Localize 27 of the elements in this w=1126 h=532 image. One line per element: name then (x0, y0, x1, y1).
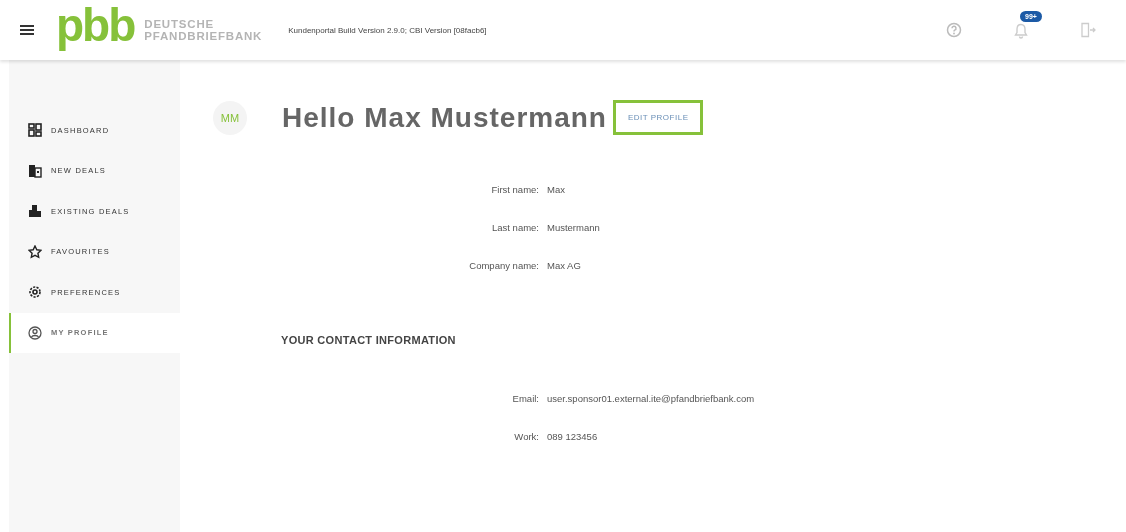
field-value: 089 123456 (547, 430, 598, 444)
buildings-icon (28, 204, 42, 219)
user-icon (28, 325, 42, 340)
field-label: Company name: (468, 259, 539, 273)
building-icon (28, 163, 42, 178)
bell-icon[interactable] (1014, 23, 1028, 39)
field-value: Max (547, 183, 565, 197)
help-icon[interactable] (946, 22, 962, 38)
edit-profile-button[interactable]: EDIT PROFILE (612, 100, 704, 135)
field-value: user.sponsor01.external.ite@pfandbriefbank.com (547, 392, 755, 406)
star-icon (28, 244, 42, 259)
logo-text: PFANDBRIEFBANK (144, 30, 263, 42)
field-value: Max AG (547, 259, 581, 273)
field-label: Email: (511, 392, 539, 406)
field-label: Last name: (491, 221, 539, 235)
avatar: MM (213, 100, 247, 135)
build-info: Kundenportal Build Version 2.9.0; CBI Version [08facb6] (288, 24, 488, 37)
section-heading: YOUR CONTACT INFORMATION (281, 334, 457, 346)
logo-text: DEUTSCHE (144, 18, 215, 30)
gear-icon (28, 285, 42, 300)
menu-icon[interactable] (20, 24, 34, 36)
field-value: Mustermann (547, 221, 600, 235)
field-label: First name: (490, 183, 539, 197)
logout-icon[interactable] (1080, 22, 1096, 38)
field-label: Work: (513, 430, 539, 444)
greeting-heading: Hello Max Mustermann (282, 101, 607, 134)
dashboard-icon (28, 123, 42, 138)
